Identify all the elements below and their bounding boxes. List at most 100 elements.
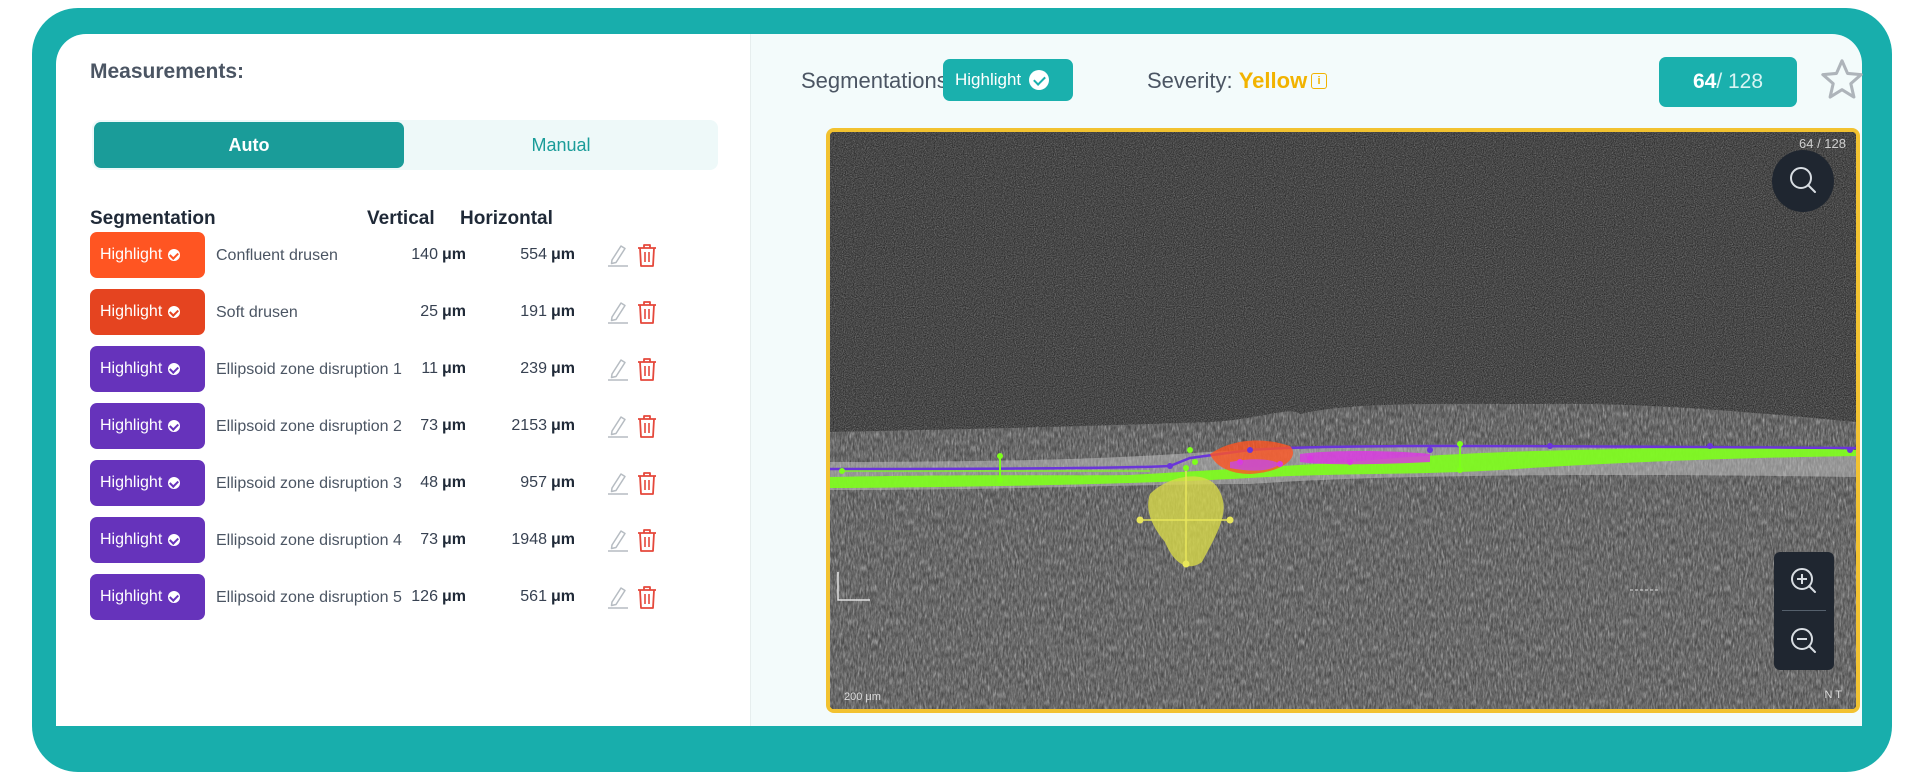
check-circle-icon xyxy=(168,249,181,261)
measurements-title: Measurements: xyxy=(90,60,245,83)
zoom-in-button[interactable] xyxy=(1774,552,1834,610)
measurements-panel: Measurements: Auto Manual Segmentation V… xyxy=(56,34,768,726)
highlight-badge-label: Highlight xyxy=(100,588,163,605)
horizontal-number: 554 xyxy=(520,246,547,263)
vertical-value: 140 μm xyxy=(370,232,466,278)
trash-icon[interactable] xyxy=(636,527,658,553)
horizontal-value: 191 μm xyxy=(462,289,575,335)
slice-current: 64 xyxy=(1692,70,1717,93)
horizontal-unit: μm xyxy=(550,360,575,377)
highlight-badge-label: Highlight xyxy=(100,531,163,548)
check-circle-icon xyxy=(168,306,181,318)
edit-pencil-icon[interactable] xyxy=(606,527,630,553)
oct-bscan-image xyxy=(830,132,1856,709)
horizontal-unit: μm xyxy=(550,246,575,263)
orientation-label: N T xyxy=(1824,689,1842,701)
segmentations-toggle-badge[interactable]: Highlight xyxy=(943,59,1073,101)
check-circle-icon xyxy=(168,420,181,432)
auto-mode-button[interactable]: Auto xyxy=(94,122,404,168)
trash-icon[interactable] xyxy=(636,242,658,268)
zoom-divider xyxy=(1782,610,1826,611)
vertical-number: 73 xyxy=(420,417,438,434)
check-circle-icon xyxy=(168,591,181,603)
measurement-mode-toggle: Auto Manual xyxy=(92,120,718,170)
column-header-segmentation: Segmentation xyxy=(90,208,216,229)
horizontal-number: 2153 xyxy=(511,417,547,434)
column-header-vertical: Vertical xyxy=(367,208,435,229)
edit-pencil-icon[interactable] xyxy=(606,413,630,439)
horizontal-number: 191 xyxy=(520,303,547,320)
highlight-badge[interactable]: Highlight xyxy=(90,289,205,335)
edit-pencil-icon[interactable] xyxy=(606,242,630,268)
horizontal-number: 1948 xyxy=(511,531,547,548)
edit-pencil-icon[interactable] xyxy=(606,356,630,382)
measurement-row: Highlight Ellipsoid zone disruption 3 48 μm… xyxy=(90,460,710,508)
highlight-badge[interactable]: Highlight xyxy=(90,232,205,278)
vertical-value: 11 μm xyxy=(370,346,466,392)
slice-total: / 128 xyxy=(1716,70,1764,93)
horizontal-value: 957 μm xyxy=(462,460,575,506)
vertical-number: 126 xyxy=(411,588,438,605)
trash-icon[interactable] xyxy=(636,413,658,439)
check-circle-icon xyxy=(168,534,181,546)
segmentations-badge-label: Highlight xyxy=(955,70,1022,89)
trash-icon[interactable] xyxy=(636,299,658,325)
severity-label-text: Severity: xyxy=(1147,68,1233,93)
highlight-badge[interactable]: Highlight xyxy=(90,460,205,506)
zoom-controls xyxy=(1774,552,1834,670)
severity-value: Yellow xyxy=(1238,68,1308,93)
measurement-row: Highlight Ellipsoid zone disruption 5 126 μ… xyxy=(90,574,710,622)
highlight-badge-label: Highlight xyxy=(100,474,163,491)
edit-pencil-icon[interactable] xyxy=(606,470,630,496)
vertical-value: 126 μm xyxy=(370,574,466,620)
measurement-row: Highlight Ellipsoid zone disruption 2 73 μm… xyxy=(90,403,710,451)
vertical-number: 25 xyxy=(420,303,438,320)
check-circle-icon xyxy=(1029,70,1050,90)
highlight-badge-label: Highlight xyxy=(100,417,163,434)
highlight-badge[interactable]: Highlight xyxy=(90,574,205,620)
vertical-number: 140 xyxy=(411,246,438,263)
measurement-row: Highlight Ellipsoid zone disruption 4 73 μm… xyxy=(90,517,710,565)
check-circle-icon xyxy=(168,477,181,489)
check-circle-icon xyxy=(168,363,181,375)
scale-bar-label: 200 μm xyxy=(844,691,881,703)
column-header-horizontal: Horizontal xyxy=(460,208,553,229)
search-button[interactable] xyxy=(1772,150,1834,212)
vertical-number: 11 xyxy=(421,360,438,377)
zoom-in-icon xyxy=(1791,568,1816,593)
measurement-row: Highlight Soft drusen 25 μm 191 μm xyxy=(90,289,710,337)
highlight-badge-label: Highlight xyxy=(100,246,163,263)
horizontal-number: 239 xyxy=(520,360,547,377)
edit-pencil-icon[interactable] xyxy=(606,299,630,325)
zoom-out-button[interactable] xyxy=(1774,612,1834,670)
manual-mode-button[interactable]: Manual xyxy=(406,122,716,168)
horizontal-number: 561 xyxy=(520,588,547,605)
trash-icon[interactable] xyxy=(636,470,658,496)
segmentations-label: Segmentations: xyxy=(801,68,954,93)
highlight-badge-label: Highlight xyxy=(100,360,163,377)
search-icon xyxy=(1790,167,1816,193)
trash-icon[interactable] xyxy=(636,356,658,382)
measurement-row: Highlight Confluent drusen 140 μm 554 μm xyxy=(90,232,710,280)
edit-pencil-icon[interactable] xyxy=(606,584,630,610)
vertical-value: 73 μm xyxy=(370,403,466,449)
horizontal-value: 561 μm xyxy=(462,574,575,620)
highlight-badge[interactable]: Highlight xyxy=(90,517,205,563)
oct-image-viewer[interactable]: 64 / 128 200 μm N T xyxy=(826,128,1860,713)
highlight-badge-label: Highlight xyxy=(100,303,163,320)
star-outline-icon[interactable] xyxy=(1819,56,1865,102)
horizontal-unit: μm xyxy=(550,588,575,605)
horizontal-value: 554 μm xyxy=(462,232,575,278)
trash-icon[interactable] xyxy=(636,584,658,610)
info-icon[interactable]: i xyxy=(1311,73,1327,89)
zoom-out-icon xyxy=(1791,628,1816,653)
vertical-number: 73 xyxy=(420,531,438,548)
slice-counter: 64 / 128 xyxy=(1659,57,1797,107)
horizontal-number: 957 xyxy=(520,474,547,491)
vertical-value: 73 μm xyxy=(370,517,466,563)
highlight-badge[interactable]: Highlight xyxy=(90,403,205,449)
image-slice-indicator: 64 / 128 xyxy=(1799,136,1846,151)
horizontal-unit: μm xyxy=(550,417,575,434)
horizontal-value: 1948 μm xyxy=(462,517,575,563)
highlight-badge[interactable]: Highlight xyxy=(90,346,205,392)
